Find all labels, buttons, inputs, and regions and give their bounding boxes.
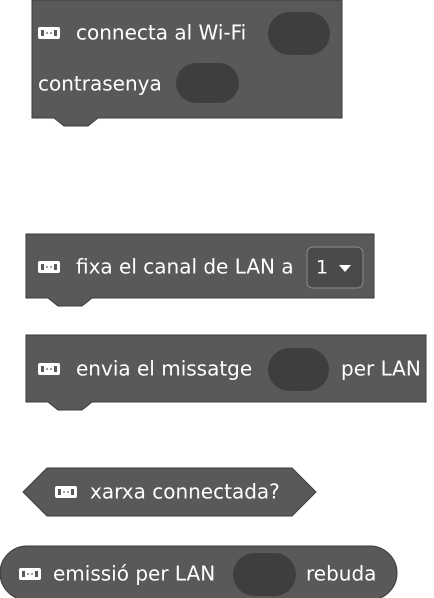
microbit-board-icon [38, 27, 60, 39]
lan-broadcast-suffix: rebuda [306, 562, 376, 586]
lan-broadcast-label: emissió per LAN [53, 562, 215, 586]
microbit-board-icon [55, 486, 77, 498]
send-message-label: envia el missatge [76, 357, 252, 381]
network-connected-block[interactable]: xarxa connectada? [22, 467, 317, 517]
send-message-suffix: per LAN [341, 357, 421, 381]
password-input[interactable] [176, 63, 239, 103]
microbit-board-icon [19, 568, 41, 580]
connect-wifi-label: connecta al Wi-Fi [76, 21, 246, 45]
blocks-palette: connecta al Wi-Fi contrasenya fixa el ca… [0, 0, 427, 598]
connect-wifi-block[interactable]: connecta al Wi-Fi contrasenya [31, 0, 343, 127]
message-input[interactable] [268, 348, 329, 391]
microbit-board-icon [38, 363, 60, 375]
set-lan-channel-block[interactable]: fixa el canal de LAN a 1 [25, 233, 375, 307]
lan-broadcast-received-block[interactable]: emissió per LAN rebuda [0, 545, 398, 598]
channel-dropdown[interactable]: 1 [306, 246, 364, 289]
set-channel-label: fixa el canal de LAN a [76, 255, 294, 279]
broadcast-value-input[interactable] [233, 553, 296, 596]
channel-value: 1 [316, 257, 328, 279]
network-connected-label: xarxa connectada? [90, 480, 280, 504]
microbit-board-icon [38, 261, 60, 273]
password-label: contrasenya [38, 72, 162, 96]
send-message-block[interactable]: envia el missatge per LAN [25, 334, 427, 411]
wifi-name-input[interactable] [268, 12, 330, 55]
